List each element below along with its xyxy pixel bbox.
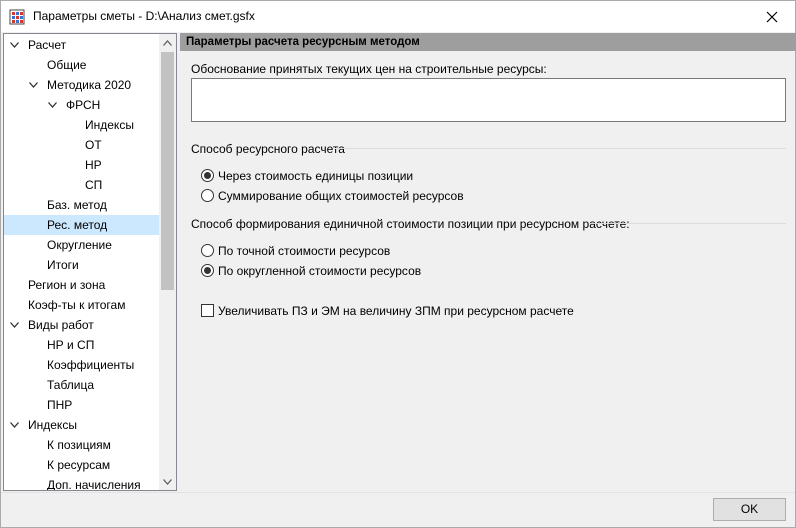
close-icon [766, 11, 778, 22]
tree-item[interactable]: Расчет [4, 35, 159, 55]
tree-item[interactable]: Виды работ [4, 315, 159, 335]
tree-item-label: Индексы [28, 418, 77, 432]
tree-item-label: Коэффициенты [47, 358, 135, 372]
chevron-down-icon [163, 478, 172, 485]
chevron-up-icon [163, 39, 172, 46]
chevron-down-icon[interactable] [10, 321, 19, 329]
justification-textarea[interactable] [191, 78, 786, 122]
tree-item-label: Баз. метод [47, 198, 107, 212]
close-button[interactable] [749, 1, 795, 32]
radio-sum-resources-label[interactable]: Суммирование общих стоимостей ресурсов [218, 189, 464, 203]
justification-label: Обоснование принятых текущих цен на стро… [191, 62, 547, 76]
increase-checkbox[interactable] [201, 304, 214, 317]
calc-method-label: Способ ресурсного расчета [191, 142, 345, 156]
dialog-window: Параметры сметы - D:\Анализ смет.gsfx Ра… [0, 0, 796, 528]
chevron-down-icon[interactable] [29, 81, 38, 89]
tree-item-label: Округление [47, 238, 112, 252]
section-header: Параметры расчета ресурсным методом [180, 33, 796, 51]
tree-item[interactable]: Общие [4, 55, 159, 75]
scroll-down-button[interactable] [159, 473, 176, 490]
tree-item[interactable]: Методика 2020 [4, 75, 159, 95]
tree-item[interactable]: Таблица [4, 375, 159, 395]
tree-item[interactable]: Индексы [4, 115, 159, 135]
radio-unit-cost[interactable] [201, 169, 214, 182]
tree-item[interactable]: ОТ [4, 135, 159, 155]
scroll-thumb[interactable] [161, 52, 174, 290]
chevron-down-icon[interactable] [10, 41, 19, 49]
radio-exact-cost[interactable] [201, 244, 214, 257]
settings-tree[interactable]: Расчет Общие Методика 2020 ФРСН Индексы ОТ НР С… [3, 33, 177, 491]
tree-item[interactable]: ПНР [4, 395, 159, 415]
tree-item-label: Общие [47, 58, 87, 72]
tree-item-label: ФРСН [66, 98, 101, 112]
tree-item[interactable]: Итоги [4, 255, 159, 275]
tree-item-label: НР [85, 158, 102, 172]
chevron-down-icon[interactable] [48, 101, 57, 109]
radio-rounded-cost-label[interactable]: По округленной стоимости ресурсов [218, 264, 421, 278]
tree-item[interactable]: Доп. начисления [4, 475, 159, 491]
tree-item-label: ПНР [47, 398, 73, 412]
window-title: Параметры сметы - D:\Анализ смет.gsfx [33, 9, 255, 23]
tree-item[interactable]: Индексы [4, 415, 159, 435]
radio-sum-resources[interactable] [201, 189, 214, 202]
increase-checkbox-label[interactable]: Увеличивать ПЗ и ЭМ на величину ЗПМ при … [218, 304, 574, 318]
tree-item-label: Виды работ [28, 318, 94, 332]
tree-item[interactable]: Рес. метод [4, 215, 159, 235]
scroll-up-button[interactable] [159, 34, 176, 51]
tree-item-label: К позициям [47, 438, 111, 452]
ok-button[interactable]: OK [713, 498, 786, 521]
tree-item-label: Рес. метод [47, 218, 108, 232]
tree-item[interactable]: Округление [4, 235, 159, 255]
calc-method-divider [335, 148, 786, 149]
tree-item[interactable]: Регион и зона [4, 275, 159, 295]
footer-divider [1, 492, 795, 493]
tree-item[interactable]: НР [4, 155, 159, 175]
tree-item[interactable]: Баз. метод [4, 195, 159, 215]
tree-item[interactable]: НР и СП [4, 335, 159, 355]
title-bar: Параметры сметы - D:\Анализ смет.gsfx [1, 1, 795, 32]
tree-item-label: СП [85, 178, 103, 192]
tree-item-label: ОТ [85, 138, 102, 152]
tree-scrollbar[interactable] [159, 34, 176, 490]
radio-unit-cost-label[interactable]: Через стоимость единицы позиции [218, 169, 413, 183]
tree-item-label: Таблица [47, 378, 95, 392]
tree-item-label: Регион и зона [28, 278, 106, 292]
unit-cost-method-label: Способ формирования единичной стоимости … [191, 217, 630, 231]
tree-item-label: Методика 2020 [47, 78, 132, 92]
tree-item-label: Коэф-ты к итогам [28, 298, 126, 312]
app-icon [9, 9, 25, 25]
tree-item[interactable]: К ресурсам [4, 455, 159, 475]
tree-item[interactable]: СП [4, 175, 159, 195]
tree-item-label: Индексы [85, 118, 134, 132]
tree-item-label: НР и СП [47, 338, 95, 352]
tree-item-label: Итоги [47, 258, 79, 272]
tree-item-label: Доп. начисления [47, 478, 141, 491]
tree-item[interactable]: К позициям [4, 435, 159, 455]
tree-item-label: Расчет [28, 38, 67, 52]
radio-rounded-cost[interactable] [201, 264, 214, 277]
tree-item[interactable]: Коэффициенты [4, 355, 159, 375]
radio-exact-cost-label[interactable]: По точной стоимости ресурсов [218, 244, 390, 258]
unit-cost-divider [589, 223, 786, 224]
tree-item[interactable]: ФРСН [4, 95, 159, 115]
tree-item-label: К ресурсам [47, 458, 111, 472]
tree-item[interactable]: Коэф-ты к итогам [4, 295, 159, 315]
chevron-down-icon[interactable] [10, 421, 19, 429]
